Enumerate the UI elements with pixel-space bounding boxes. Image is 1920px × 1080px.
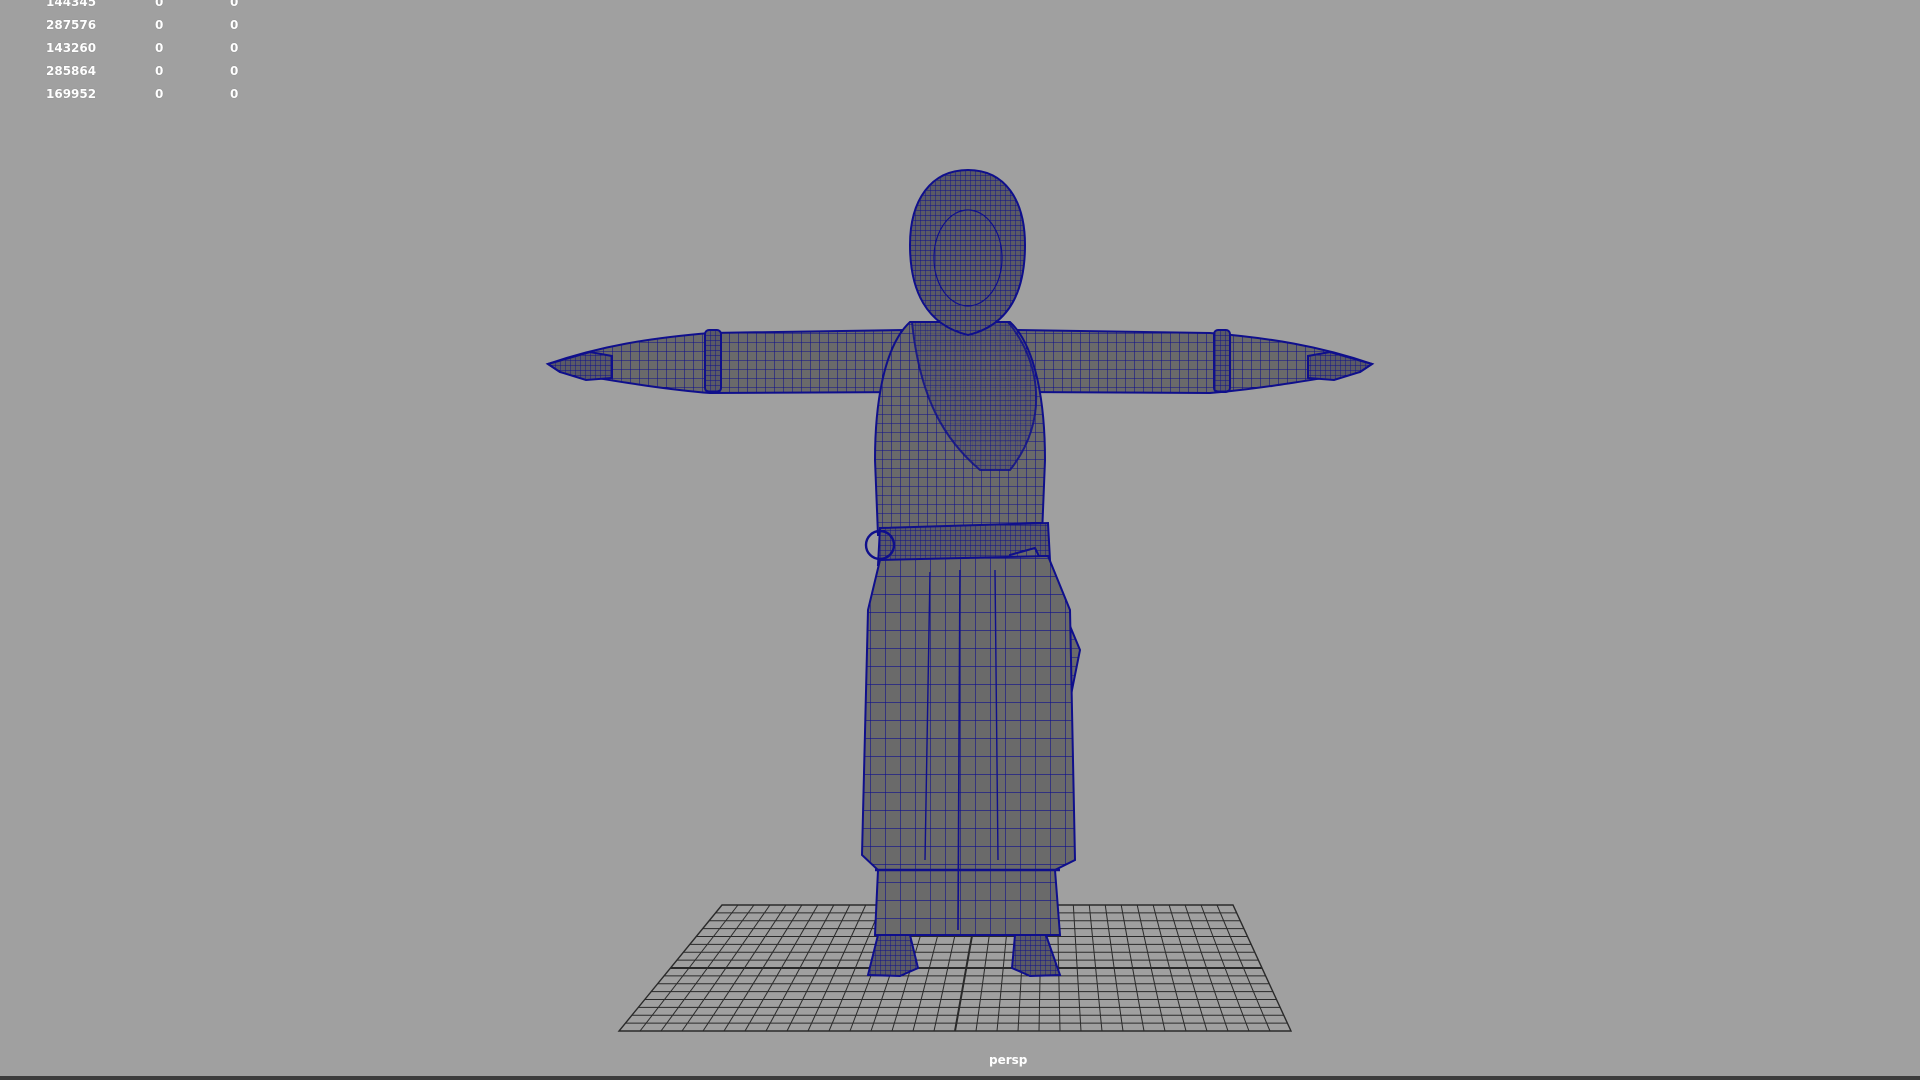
wireframe-character-model-icon[interactable] bbox=[545, 168, 1375, 978]
camera-name-label: persp bbox=[989, 1053, 1028, 1067]
perspective-viewport[interactable]: 144345 0 0 287576 0 0 143260 0 0 285864 … bbox=[0, 0, 1920, 1076]
viewport-bottom-border bbox=[0, 1076, 1920, 1080]
scene-canvas[interactable] bbox=[0, 0, 1920, 1076]
